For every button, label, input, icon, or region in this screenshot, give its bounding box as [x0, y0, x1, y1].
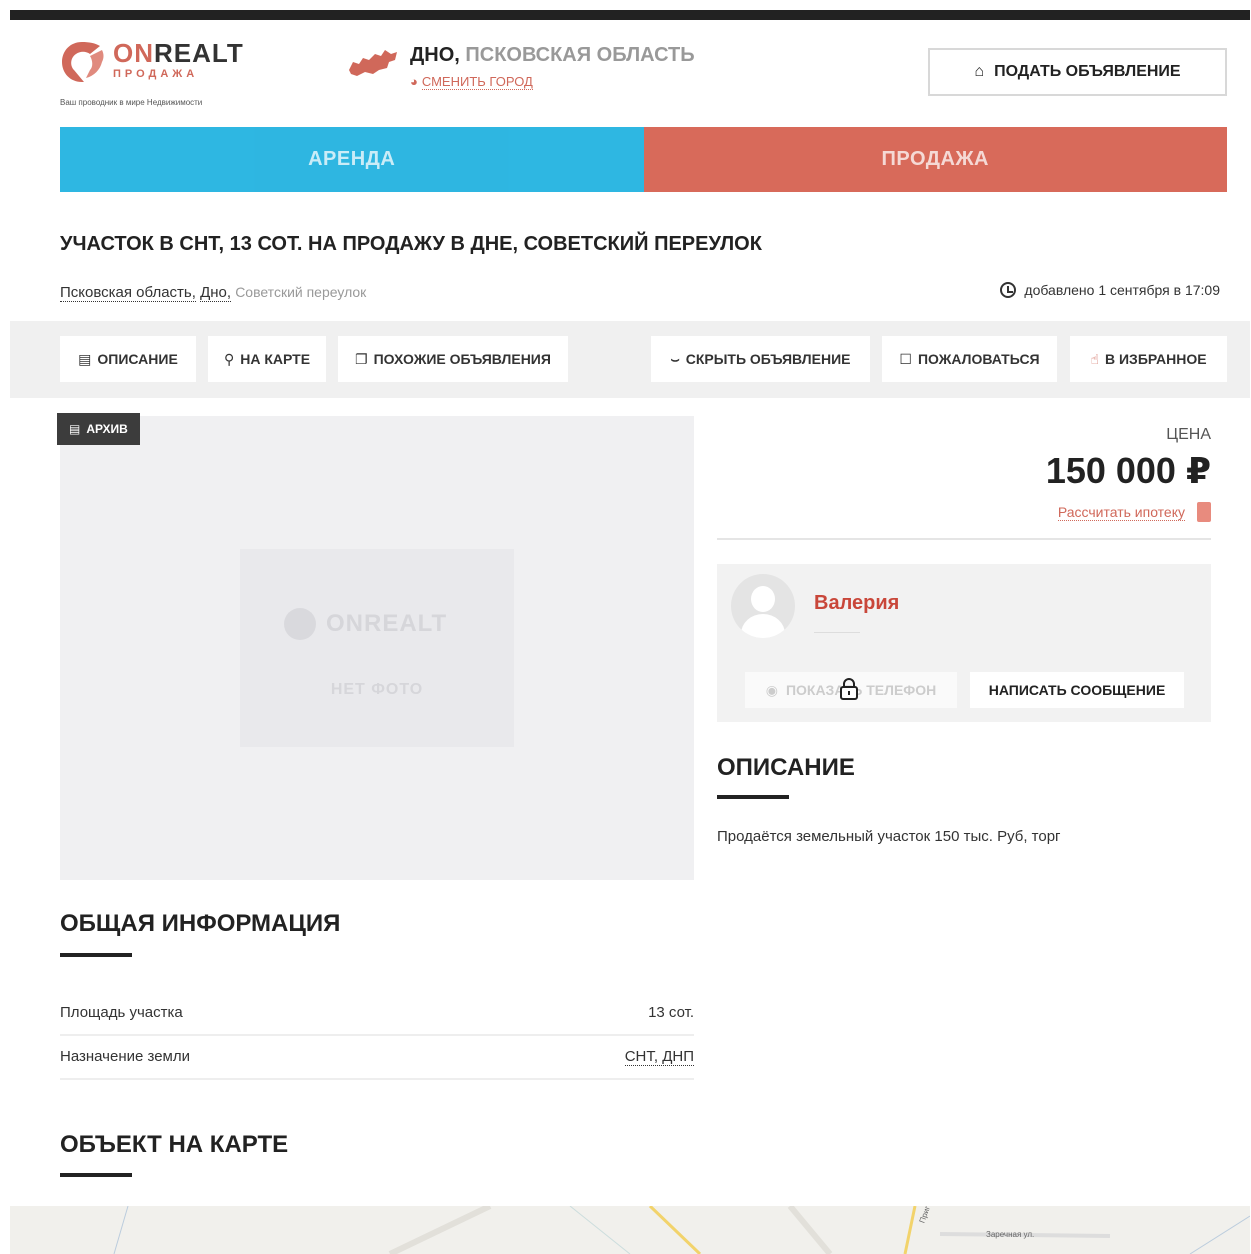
russia-map-icon	[349, 50, 397, 76]
current-location: ДНО, ПСКОВСКАЯ ОБЛАСТЬ	[410, 44, 695, 67]
eye-closed-icon: ⌣	[670, 350, 680, 367]
map-label: Заречная ул.	[986, 1230, 1035, 1239]
general-info-heading: ОБЩАЯ ИНФОРМАЦИЯ	[60, 910, 341, 937]
change-city-link[interactable]: ◕ СМЕНИТЬ ГОРОД	[410, 74, 533, 90]
seller-card: Валерия ◉ ПОКАЗАТЬ ТЕЛЕФОН НАПИСАТЬ СООБ…	[717, 564, 1211, 722]
region-name: ПСКОВСКАЯ ОБЛАСТЬ	[465, 44, 695, 66]
archive-badge-label: АРХИВ	[86, 422, 128, 436]
post-ad-label: ПОДАТЬ ОБЪЯВЛЕНИЕ	[994, 63, 1181, 80]
address-city-link[interactable]: Дно,	[200, 284, 232, 302]
listing-action-bar: ▤ ОПИСАНИЕ ⚲ НА КАРТЕ ❐ ПОХОЖИЕ ОБЪЯВЛЕНИЯ …	[10, 321, 1250, 398]
logo-icon	[62, 42, 104, 82]
info-value-link[interactable]: СНТ, ДНП	[624, 1048, 694, 1066]
added-date-text: добавлено 1 сентября в 17:09	[1024, 282, 1220, 298]
report-label: ПОЖАЛОВАТЬСЯ	[917, 351, 1040, 367]
hide-ad-button[interactable]: ⌣ СКРЫТЬ ОБЪЯВЛЕНИЕ	[651, 336, 870, 382]
no-photo-text: НЕТ ФОТО	[330, 681, 424, 698]
object-map[interactable]: Приг Заречная ул.	[10, 1206, 1250, 1254]
map-pin-icon: ⚲	[223, 350, 235, 367]
table-row: Назначение земли СНТ, ДНП	[60, 1036, 694, 1080]
added-date: добавлено 1 сентября в 17:09	[1000, 282, 1220, 298]
globe-icon: ◕	[410, 74, 418, 89]
map-roads	[10, 1206, 1250, 1254]
price-divider	[717, 538, 1211, 540]
price-value: 150 000 ₽	[1045, 450, 1211, 491]
listing-address: Псковская область, Дно, Советский переул…	[60, 284, 367, 302]
map-heading: ОБЪЕКТ НА КАРТЕ	[60, 1131, 289, 1158]
logo-subtitle: ПРОДАЖА	[113, 68, 199, 80]
info-key: Назначение земли	[60, 1048, 191, 1065]
placeholder-logo-icon	[284, 608, 316, 640]
city-name: ДНО,	[410, 44, 460, 66]
description-heading: ОПИСАНИЕ	[717, 754, 855, 781]
favorite-button[interactable]: ☝ В ИЗБРАННОЕ	[1070, 336, 1227, 382]
table-row: Площадь участка 13 сот.	[60, 992, 694, 1036]
document-icon: ▤	[78, 350, 92, 367]
logo-wordmark: ONREALT	[113, 38, 244, 68]
general-info-heading-underline	[60, 953, 132, 957]
price-label: ЦЕНА	[1166, 426, 1211, 443]
mortgage-calculator-link[interactable]: Рассчитать ипотеку	[1057, 502, 1211, 522]
tab-sale[interactable]: ПРОДАЖА	[643, 127, 1227, 192]
seller-name[interactable]: Валерия	[814, 592, 899, 615]
show-phone-label: ПОКАЗАТЬ ТЕЛЕФОН	[785, 682, 937, 698]
map-heading-underline	[60, 1173, 132, 1177]
archive-badge: ▤ АРХИВ	[57, 413, 140, 445]
listing-title: УЧАСТОК В СНТ, 13 СОТ. НА ПРОДАЖУ В ДНЕ,…	[60, 233, 762, 255]
clock-icon	[1000, 282, 1017, 298]
no-photo-placeholder: ONREALT НЕТ ФОТО	[240, 549, 514, 747]
favorite-label: В ИЗБРАННОЕ	[1104, 351, 1207, 367]
tab-sale-label: ПРОДАЖА	[881, 148, 989, 170]
address-region-link[interactable]: Псковская область,	[60, 284, 196, 302]
top-bar	[10, 10, 1250, 20]
logo-tagline: Ваш проводник в мире Недвижимости	[60, 98, 203, 107]
similar-ads-button[interactable]: ❐ ПОХОЖИЕ ОБЪЯВЛЕНИЯ	[338, 336, 568, 382]
seller-divider	[814, 632, 860, 633]
write-message-button[interactable]: НАПИСАТЬ СООБЩЕНИЕ	[970, 672, 1184, 708]
placeholder-logo: ONREALT	[284, 604, 474, 644]
avatar	[731, 574, 795, 638]
home-icon: ⌂	[974, 63, 985, 80]
hide-ad-label: СКРЫТЬ ОБЪЯВЛЕНИЕ	[685, 351, 851, 367]
archive-icon: ▤	[69, 422, 81, 436]
placeholder-logo-text: ONREALT	[326, 610, 448, 637]
calculator-icon	[1197, 502, 1211, 522]
address-street: Советский переулок	[235, 284, 367, 300]
deal-type-tabs: АРЕНДА ПРОДАЖА	[60, 127, 1227, 192]
map-anchor-button[interactable]: ⚲ НА КАРТЕ	[208, 336, 326, 382]
info-key: Площадь участка	[60, 1004, 183, 1021]
info-value: 13 сот.	[648, 1004, 694, 1021]
mortgage-link-label: Рассчитать ипотеку	[1057, 503, 1185, 521]
site-logo[interactable]: ONREALT ПРОДАЖА Ваш проводник в мире Нед…	[60, 38, 270, 110]
tab-rent[interactable]: АРЕНДА	[60, 127, 644, 192]
report-button[interactable]: ☐ ПОЖАЛОВАТЬСЯ	[882, 336, 1057, 382]
description-anchor-button[interactable]: ▤ ОПИСАНИЕ	[60, 336, 196, 382]
tab-rent-label: АРЕНДА	[308, 148, 396, 170]
lock-icon	[840, 678, 858, 700]
copy-icon: ❐	[355, 350, 368, 367]
flag-icon: ☐	[899, 350, 912, 367]
change-city-label: СМЕНИТЬ ГОРОД	[421, 74, 533, 90]
site-header: ONREALT ПРОДАЖА Ваш проводник в мире Нед…	[60, 30, 1227, 115]
similar-ads-label: ПОХОЖИЕ ОБЪЯВЛЕНИЯ	[373, 351, 551, 367]
description-heading-underline	[717, 795, 789, 799]
map-anchor-label: НА КАРТЕ	[240, 351, 311, 367]
eye-icon: ◉	[765, 681, 778, 698]
post-ad-button[interactable]: ⌂ ПОДАТЬ ОБЪЯВЛЕНИЕ	[928, 48, 1227, 96]
listing-photo: ▤ АРХИВ ONREALT НЕТ ФОТО	[57, 413, 694, 880]
description-text: Продаётся земельный участок 150 тыс. Руб…	[717, 828, 1061, 845]
thumbs-up-icon: ☝	[1090, 350, 1099, 367]
description-anchor-label: ОПИСАНИЕ	[97, 351, 178, 367]
